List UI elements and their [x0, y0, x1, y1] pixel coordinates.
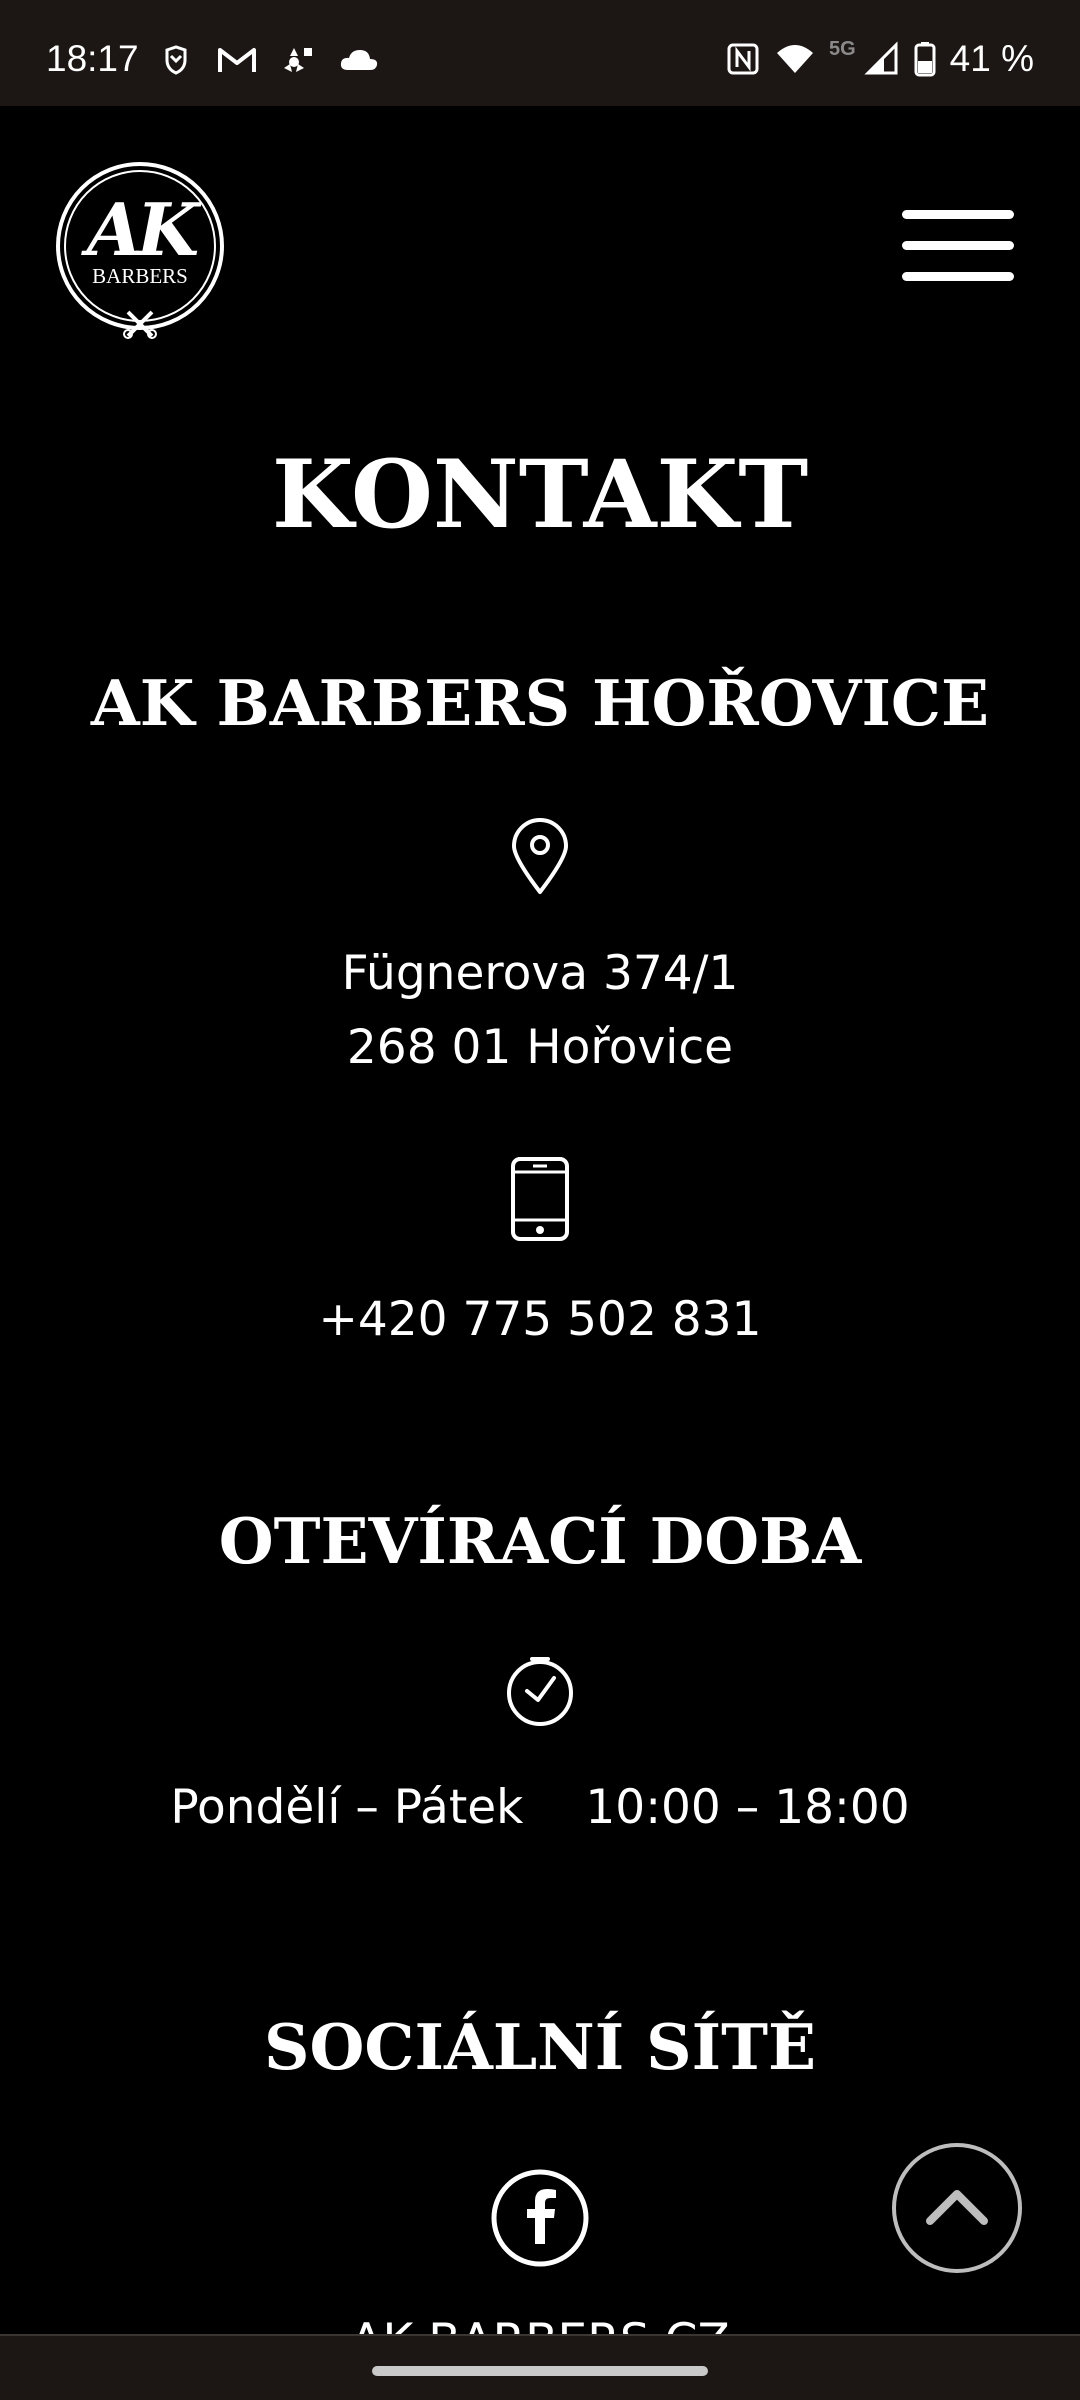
social-heading: SOCIÁLNÍ SÍTĚ: [263, 2010, 817, 2084]
menu-bar-bottom: [902, 272, 1014, 281]
address-city: 268 01 Hořovice: [346, 1020, 734, 1075]
clock-icon: [507, 1657, 573, 1726]
notification-icons: [158, 42, 380, 78]
nfc-icon: [725, 41, 761, 77]
location-heading: AK BARBERS HOŘOVICE: [90, 666, 990, 740]
logo-subtext: BARBERS: [92, 264, 188, 288]
signal-icon: [864, 40, 900, 77]
hours-time: 10:00 – 18:00: [585, 1780, 910, 1835]
phone-number-link[interactable]: +420 775 502 831: [0, 1296, 1080, 1343]
logo-text: AK: [86, 187, 199, 272]
wifi-icon: [775, 41, 815, 77]
location-pin-icon: [512, 818, 568, 894]
system-navigation-bar: [0, 2334, 1080, 2400]
battery-percentage: 41 %: [949, 38, 1034, 79]
fan-icon: [280, 42, 316, 78]
hours-row: Pondělí – Pátek 10:00 – 18:00: [0, 1784, 1080, 1831]
home-gesture-bar[interactable]: [372, 2366, 708, 2376]
network-type: 5G: [828, 37, 856, 60]
smartphone-icon: [511, 1157, 569, 1241]
battery-icon: [914, 41, 936, 77]
system-status: 5G 41 %: [725, 37, 1034, 79]
shield-icon: [158, 42, 194, 78]
cloud-icon: [338, 42, 380, 78]
address-street: Fügnerova 374/1: [341, 946, 739, 1001]
chevron-up-icon: [926, 2190, 988, 2225]
status-time: 18:17: [46, 38, 139, 79]
ak-barbers-logo[interactable]: AK BARBERS: [54, 160, 226, 340]
hours-days: Pondělí – Pátek: [170, 1780, 524, 1835]
hamburger-menu-icon[interactable]: [902, 210, 1014, 281]
menu-bar-middle: [902, 241, 1014, 250]
gmail-icon: [216, 42, 258, 78]
menu-bar-top: [902, 210, 1014, 219]
status-bar: 18:17 5G 41 %: [0, 0, 1080, 106]
hours-heading: OTEVÍRACÍ DOBA: [218, 1504, 862, 1578]
page-title: KONTAKT: [271, 440, 809, 550]
facebook-icon[interactable]: [490, 2168, 590, 2268]
scroll-to-top-button[interactable]: [892, 2143, 1022, 2273]
